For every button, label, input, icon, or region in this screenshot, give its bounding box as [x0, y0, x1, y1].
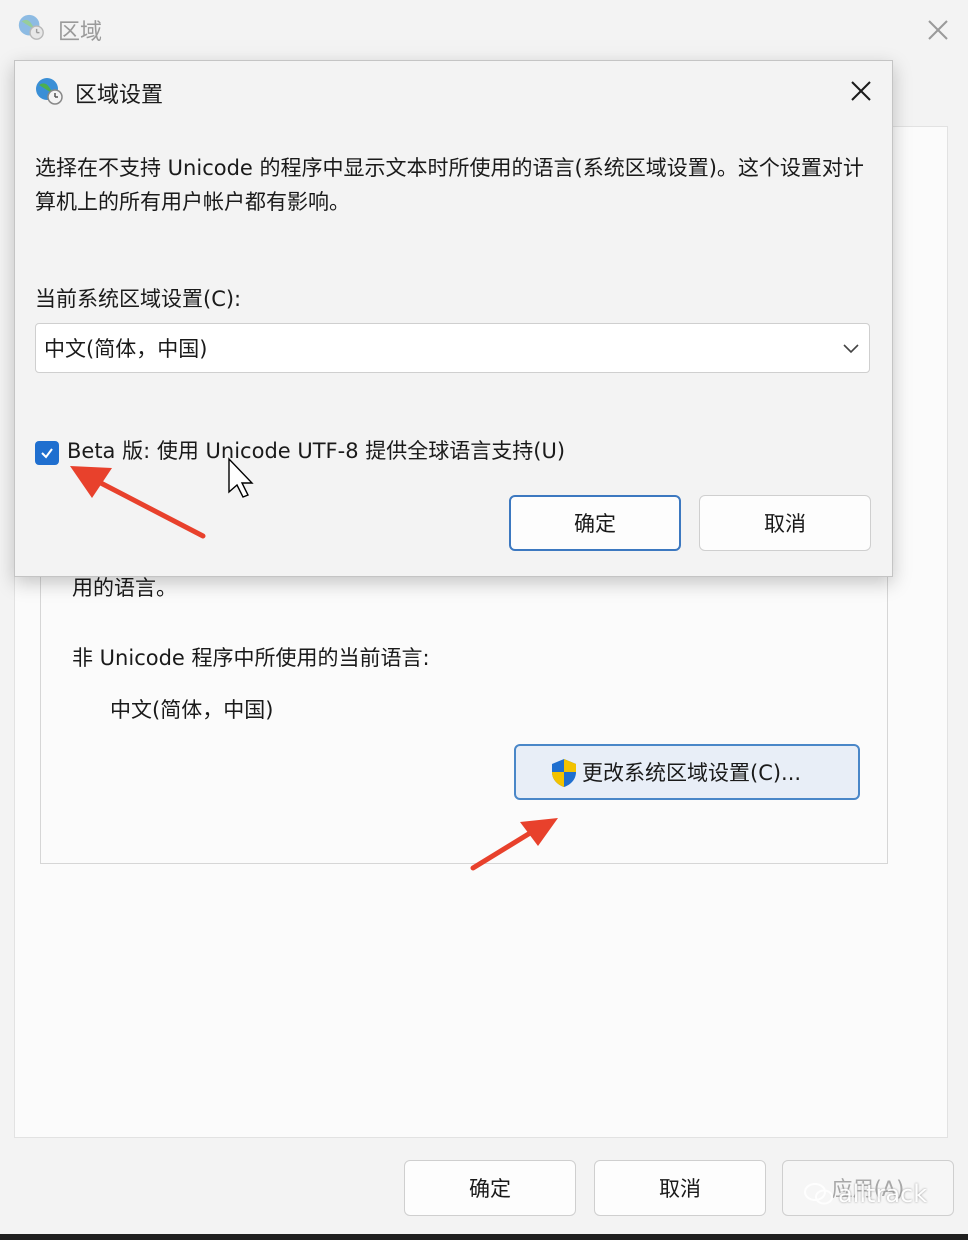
dialog-description: 选择在不支持 Unicode 的程序中显示文本时所使用的语言(系统区域设置)。这…: [35, 156, 864, 214]
region-settings-dialog: 区域设置 选择在不支持 Unicode 的程序中显示文本时所使用的语言(系统区域…: [14, 60, 893, 577]
dialog-cancel-button[interactable]: 取消: [699, 495, 871, 551]
dialog-title: 区域设置: [75, 83, 164, 108]
chevron-down-icon: [843, 344, 859, 354]
current-language-value: 中文(简体，中国): [110, 698, 274, 722]
dialog-close-button[interactable]: [841, 71, 881, 111]
change-system-locale-button[interactable]: 更改系统区域设置(C)...: [514, 744, 860, 800]
watermark-text: alltrack: [838, 1180, 928, 1208]
outer-window-title: 区域: [58, 20, 103, 45]
outer-titlebar: 区域: [0, 0, 968, 60]
outer-close-button[interactable]: [918, 10, 958, 50]
selected-locale: 中文(简体，中国): [44, 337, 208, 361]
checkmark-icon: [41, 448, 53, 459]
outer-ok-button[interactable]: 确定: [404, 1160, 576, 1216]
uac-shield-icon: [552, 759, 576, 787]
watermark: alltrack: [804, 1180, 927, 1208]
wechat-icon: [804, 1183, 833, 1205]
close-icon: [851, 81, 871, 101]
outer-cancel-button[interactable]: 取消: [594, 1160, 766, 1216]
globe-clock-icon: [18, 14, 44, 40]
current-locale-label: 当前系统区域设置(C):: [35, 287, 242, 311]
utf8-checkbox[interactable]: [35, 441, 59, 465]
current-language-label: 非 Unicode 程序中所使用的当前语言:: [72, 646, 430, 670]
dialog-ok-button[interactable]: 确定: [509, 495, 681, 551]
utf8-checkbox-label[interactable]: Beta 版: 使用 Unicode UTF-8 提供全球语言支持(U): [67, 435, 565, 465]
globe-clock-icon: [36, 78, 63, 105]
taskbar-edge: [0, 1234, 968, 1240]
change-system-locale-label: 更改系统区域设置(C)...: [582, 761, 802, 785]
system-locale-dropdown[interactable]: 中文(简体，中国): [35, 323, 870, 373]
close-icon: [928, 20, 948, 40]
